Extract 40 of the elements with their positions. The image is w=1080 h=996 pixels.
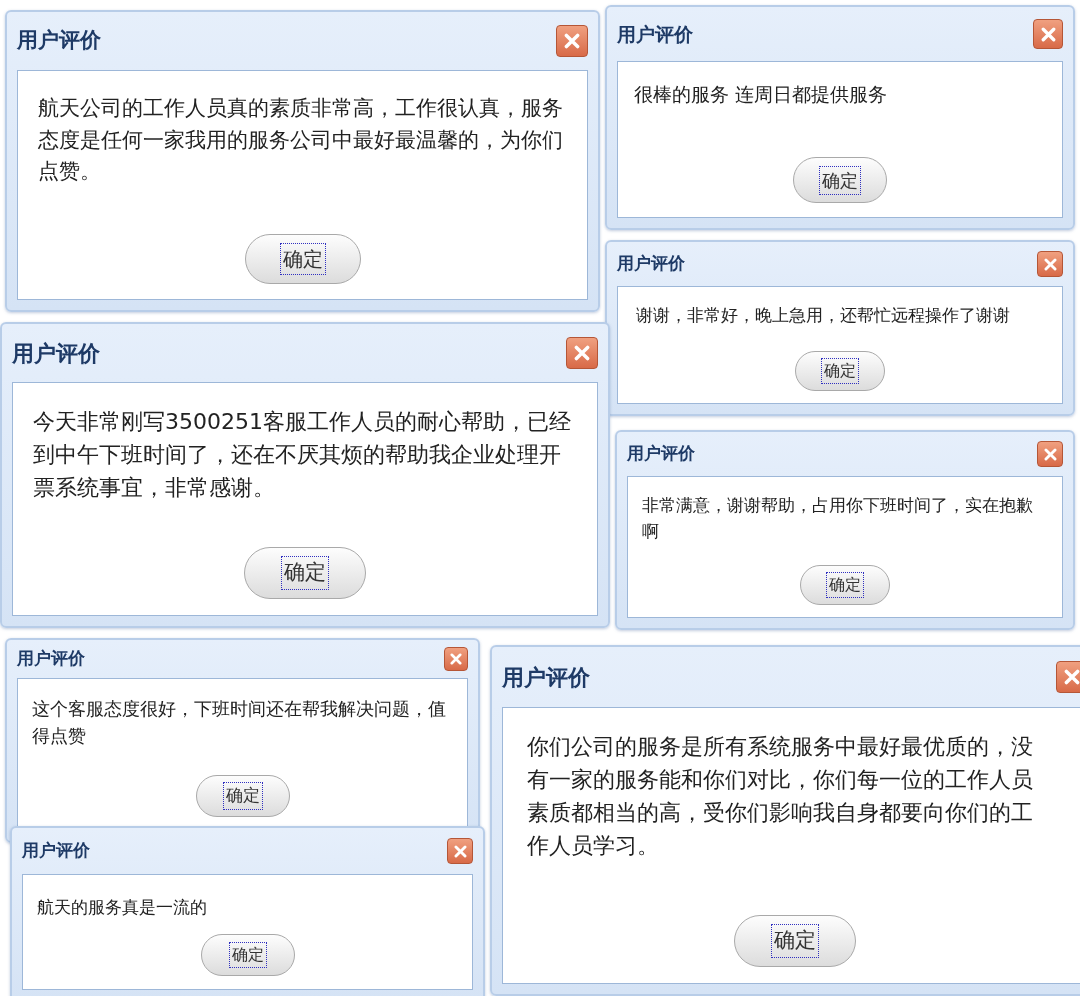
review-message: 很棒的服务 连周日都提供服务 <box>633 82 889 107</box>
close-icon <box>574 345 590 361</box>
close-icon <box>1043 447 1057 461</box>
window-title: 用户评价 <box>12 339 100 368</box>
close-icon <box>564 33 580 49</box>
review-message: 这个客服态度很好，下班时间还在帮我解决问题，值得点赞 <box>31 697 447 748</box>
close-icon <box>1040 26 1056 42</box>
review-message: 航天的服务真是一流的 <box>36 896 208 919</box>
ok-button[interactable]: 确定 <box>793 157 887 203</box>
window-title: 用户评价 <box>617 252 685 276</box>
close-icon <box>450 653 462 665</box>
close-button[interactable] <box>566 337 598 369</box>
close-icon <box>453 844 467 858</box>
close-button[interactable] <box>1037 441 1063 467</box>
close-button[interactable] <box>1033 19 1063 49</box>
review-message: 航天公司的工作人员真的素质非常高，工作很认真，服务态度是任何一家我用的服务公司中最好最温馨的，为你们点赞。 <box>37 95 564 185</box>
close-button[interactable] <box>444 647 468 671</box>
close-icon <box>1043 257 1057 271</box>
ok-button[interactable]: 确定 <box>800 565 890 605</box>
review-message: 今天非常刚写3500251客服工作人员的耐心帮助，已经到中午下班时间了，还在不厌其烦的帮助我企业处理开票系统事宜，非常感谢。 <box>32 408 572 502</box>
window-title: 用户评价 <box>502 663 590 692</box>
ok-button[interactable]: 确定 <box>195 775 290 817</box>
window-title: 用户评价 <box>17 27 101 55</box>
close-button[interactable] <box>1037 251 1063 277</box>
ok-button[interactable]: 确定 <box>244 547 366 599</box>
review-message: 你们公司的服务是所有系统服务中最好最优质的，没有一家的服务能和你们对比，你们每一位的工作人员素质都相当的高，受你们影响我自身都要向你们的工作人员学习。 <box>526 733 1034 860</box>
window-title: 用户评价 <box>617 21 693 47</box>
review-message: 谢谢，非常好，晚上急用，还帮忙远程操作了谢谢 <box>635 304 1011 327</box>
ok-button[interactable]: 确定 <box>244 234 361 284</box>
ok-button[interactable]: 确定 <box>734 915 856 967</box>
ok-button[interactable]: 确定 <box>200 934 295 976</box>
window-title: 用户评价 <box>627 442 695 466</box>
window-title: 用户评价 <box>22 839 90 863</box>
close-button[interactable] <box>447 838 473 864</box>
ok-button[interactable]: 确定 <box>795 351 885 391</box>
review-message: 非常满意，谢谢帮助，占用你下班时间了，实在抱歉啊 <box>641 494 1034 543</box>
close-button[interactable] <box>556 25 588 57</box>
close-icon <box>1064 669 1080 685</box>
close-button[interactable] <box>1056 661 1080 693</box>
window-title: 用户评价 <box>17 647 85 671</box>
